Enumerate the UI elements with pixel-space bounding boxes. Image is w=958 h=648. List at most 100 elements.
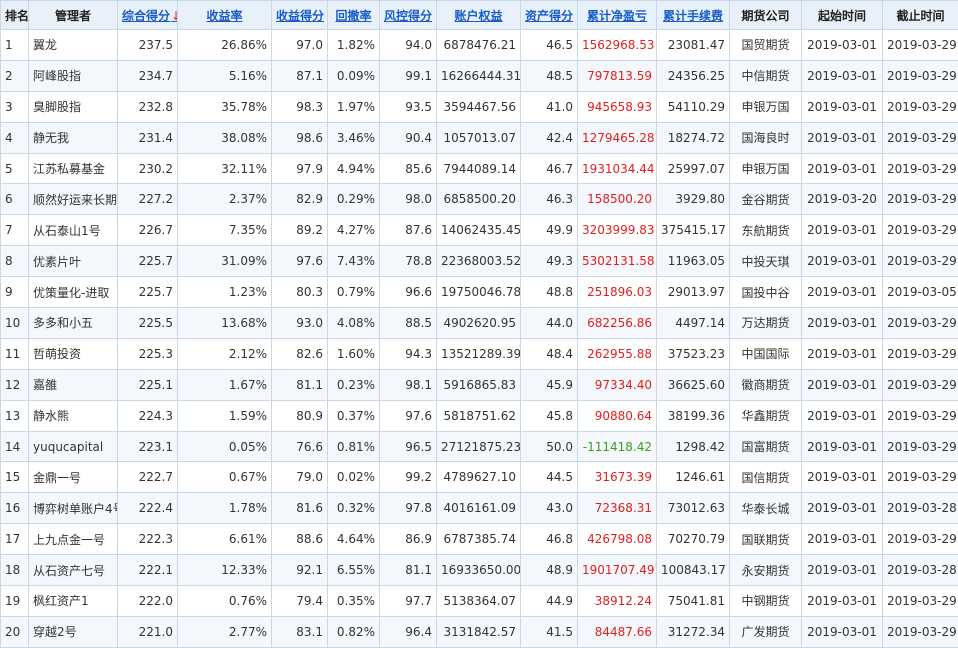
table-row[interactable]: 5江苏私募基金230.232.11%97.94.94%85.67944089.1…	[1, 153, 958, 184]
table-row[interactable]: 14yuqucapital223.10.05%76.60.81%96.52712…	[1, 431, 958, 462]
cell-company: 中国国际	[730, 338, 802, 369]
cell-rank: 18	[1, 555, 29, 586]
cell-fees: 29013.97	[657, 277, 730, 308]
table-row[interactable]: 19枫红资产1222.00.76%79.40.35%97.75138364.07…	[1, 586, 958, 617]
cell-asset-score: 50.0	[521, 431, 578, 462]
table-row[interactable]: 11哲萌投资225.32.12%82.61.60%94.313521289.39…	[1, 338, 958, 369]
cell-equity: 27121875.23	[437, 431, 521, 462]
cell-company: 国海良时	[730, 122, 802, 153]
header-label: 收益得分	[276, 9, 324, 23]
table-row[interactable]: 13静水熊224.31.59%80.90.37%97.65818751.6245…	[1, 400, 958, 431]
cell-company: 广发期货	[730, 616, 802, 647]
cell-manager: 顺然好运来长期	[29, 184, 118, 215]
cell-net-pl: 1901707.49	[578, 555, 657, 586]
cell-start: 2019-03-01	[802, 616, 883, 647]
cell-net-pl: 262955.88	[578, 338, 657, 369]
cell-rank: 5	[1, 153, 29, 184]
table-row[interactable]: 15金鼎一号222.70.67%79.00.02%99.24789627.104…	[1, 462, 958, 493]
cell-end: 2019-03-29	[883, 246, 958, 277]
cell-manager: 金鼎一号	[29, 462, 118, 493]
table-row[interactable]: 12嘉雒225.11.67%81.10.23%98.15916865.8345.…	[1, 369, 958, 400]
cell-return-score: 89.2	[272, 215, 328, 246]
cell-return-rate: 12.33%	[178, 555, 272, 586]
cell-rank: 10	[1, 308, 29, 339]
cell-rank: 6	[1, 184, 29, 215]
cell-net-pl: 158500.20	[578, 184, 657, 215]
cell-rank: 15	[1, 462, 29, 493]
cell-equity: 3131842.57	[437, 616, 521, 647]
cell-fees: 54110.29	[657, 91, 730, 122]
cell-end: 2019-03-29	[883, 400, 958, 431]
cell-score: 222.3	[118, 524, 178, 555]
cell-drawdown: 1.97%	[328, 91, 380, 122]
cell-manager: 静水熊	[29, 400, 118, 431]
table-row[interactable]: 3臭脚股指232.835.78%98.31.97%93.53594467.564…	[1, 91, 958, 122]
sort-header-score[interactable]: 综合得分↓	[118, 1, 178, 30]
cell-return-rate: 6.61%	[178, 524, 272, 555]
cell-rank: 14	[1, 431, 29, 462]
cell-asset-score: 46.7	[521, 153, 578, 184]
cell-rank: 1	[1, 30, 29, 61]
cell-fees: 31272.34	[657, 616, 730, 647]
cell-score: 225.3	[118, 338, 178, 369]
cell-manager: 上九点金一号	[29, 524, 118, 555]
sort-header-risk-score[interactable]: 风控得分	[380, 1, 437, 30]
table-row[interactable]: 4静无我231.438.08%98.63.46%90.41057013.0742…	[1, 122, 958, 153]
cell-end: 2019-03-29	[883, 215, 958, 246]
cell-equity: 16933650.00	[437, 555, 521, 586]
cell-score: 232.8	[118, 91, 178, 122]
sort-header-equity[interactable]: 账户权益	[437, 1, 521, 30]
cell-fees: 70270.79	[657, 524, 730, 555]
table-body: 1翼龙237.526.86%97.01.82%94.06878476.2146.…	[1, 30, 958, 648]
cell-return-rate: 2.77%	[178, 616, 272, 647]
header-label: 综合得分	[122, 9, 170, 23]
cell-score: 222.1	[118, 555, 178, 586]
sort-header-drawdown[interactable]: 回撤率	[328, 1, 380, 30]
cell-asset-score: 45.8	[521, 400, 578, 431]
table-row[interactable]: 16博弈树单账户4号222.41.78%81.60.32%97.84016161…	[1, 493, 958, 524]
table-row[interactable]: 18从石资产七号222.112.33%92.16.55%81.116933650…	[1, 555, 958, 586]
cell-end: 2019-03-29	[883, 524, 958, 555]
cell-score: 234.7	[118, 60, 178, 91]
cell-end: 2019-03-28	[883, 555, 958, 586]
table-row[interactable]: 8优素片叶225.731.09%97.67.43%78.822368003.52…	[1, 246, 958, 277]
table-row[interactable]: 2阿峰股指234.75.16%87.10.09%99.116266444.314…	[1, 60, 958, 91]
table-row[interactable]: 6顺然好运来长期227.22.37%82.90.29%98.06858500.2…	[1, 184, 958, 215]
cell-return-rate: 0.67%	[178, 462, 272, 493]
cell-risk-score: 98.0	[380, 184, 437, 215]
cell-start: 2019-03-01	[802, 308, 883, 339]
cell-net-pl: 945658.93	[578, 91, 657, 122]
cell-asset-score: 41.0	[521, 91, 578, 122]
sort-header-return-score[interactable]: 收益得分	[272, 1, 328, 30]
cell-start: 2019-03-01	[802, 493, 883, 524]
table-row[interactable]: 1翼龙237.526.86%97.01.82%94.06878476.2146.…	[1, 30, 958, 61]
table-row[interactable]: 17上九点金一号222.36.61%88.64.64%86.96787385.7…	[1, 524, 958, 555]
cell-return-score: 80.3	[272, 277, 328, 308]
cell-start: 2019-03-01	[802, 586, 883, 617]
table-row[interactable]: 7从石泰山1号226.77.35%89.24.27%87.614062435.4…	[1, 215, 958, 246]
cell-drawdown: 6.55%	[328, 555, 380, 586]
cell-score: 231.4	[118, 122, 178, 153]
cell-end: 2019-03-29	[883, 122, 958, 153]
cell-manager: 哲萌投资	[29, 338, 118, 369]
sort-header-fees[interactable]: 累计手续费	[657, 1, 730, 30]
cell-start: 2019-03-01	[802, 555, 883, 586]
cell-rank: 4	[1, 122, 29, 153]
cell-score: 223.1	[118, 431, 178, 462]
cell-drawdown: 7.43%	[328, 246, 380, 277]
cell-risk-score: 90.4	[380, 122, 437, 153]
header-label: 累计净盈亏	[587, 9, 647, 23]
cell-net-pl: 251896.03	[578, 277, 657, 308]
cell-equity: 14062435.45	[437, 215, 521, 246]
sort-header-asset-score[interactable]: 资产得分	[521, 1, 578, 30]
header-start-date: 起始时间	[802, 1, 883, 30]
table-row[interactable]: 10多多和小五225.513.68%93.04.08%88.54902620.9…	[1, 308, 958, 339]
cell-end: 2019-03-05	[883, 277, 958, 308]
table-row[interactable]: 9优策量化-进取225.71.23%80.30.79%96.619750046.…	[1, 277, 958, 308]
table-row[interactable]: 20穿越2号221.02.77%83.10.82%96.43131842.574…	[1, 616, 958, 647]
cell-start: 2019-03-01	[802, 30, 883, 61]
sort-header-return-rate[interactable]: 收益率	[178, 1, 272, 30]
sort-header-net-pl[interactable]: 累计净盈亏	[578, 1, 657, 30]
cell-fees: 38199.36	[657, 400, 730, 431]
cell-manager: 博弈树单账户4号	[29, 493, 118, 524]
